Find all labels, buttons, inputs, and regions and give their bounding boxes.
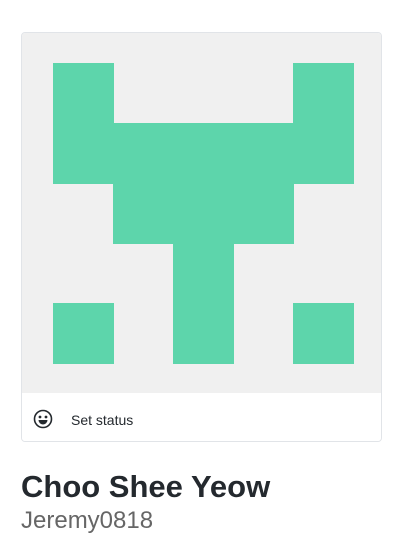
smiley-icon — [33, 409, 53, 429]
identicon-image — [53, 63, 354, 364]
set-status-button[interactable]: Set status — [22, 393, 381, 441]
profile-card: Set status — [21, 32, 382, 442]
set-status-label: Set status — [71, 412, 134, 428]
profile-fullname: Choo Shee Yeow — [21, 469, 271, 504]
profile-username: Jeremy0818 — [21, 507, 154, 534]
avatar[interactable] — [22, 33, 381, 393]
